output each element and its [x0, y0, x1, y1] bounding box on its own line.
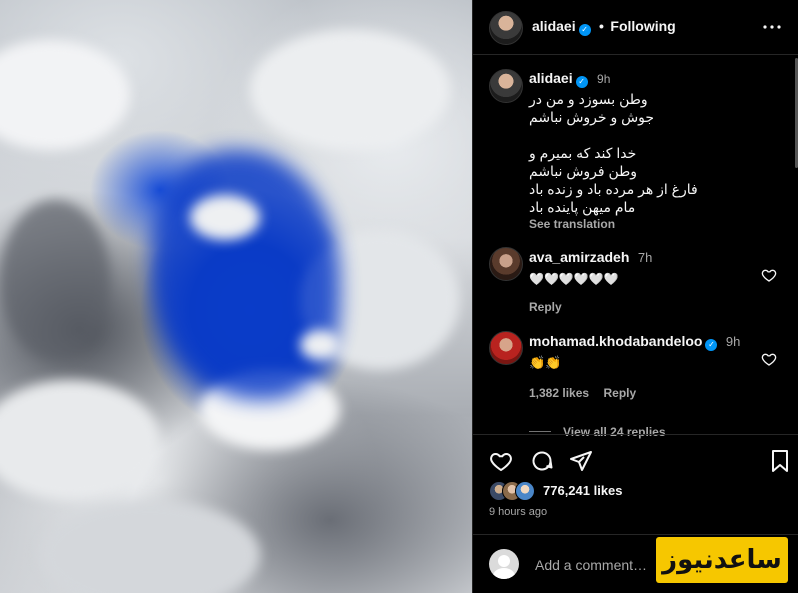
- author-username[interactable]: alidaei: [532, 18, 576, 34]
- avatar: [515, 481, 535, 501]
- cloud-shape: [250, 30, 450, 150]
- heart-icon[interactable]: [489, 449, 513, 473]
- more-horizontal-icon[interactable]: [760, 15, 784, 39]
- comment-time: 9h: [725, 334, 741, 349]
- cloud-shape: [40, 500, 260, 593]
- comment-like-heart-icon[interactable]: [761, 351, 777, 367]
- comment-like-heart-icon[interactable]: [761, 267, 777, 283]
- cloud-shape: [0, 40, 130, 150]
- actions-divider: [473, 434, 798, 435]
- verified-badge-icon: ✓: [578, 24, 591, 36]
- reply-button[interactable]: Reply: [529, 300, 749, 314]
- reply-button[interactable]: Reply: [604, 386, 637, 400]
- comment-text: 👏👏: [529, 355, 562, 370]
- separator-dot: •: [599, 18, 604, 34]
- sky-patch-shape: [150, 150, 340, 400]
- avatar[interactable]: [489, 11, 523, 45]
- post-media-image[interactable]: [0, 0, 472, 593]
- caption-time: 9h: [597, 72, 611, 86]
- caption-block: alidaei ✓ 9h وطن بسوزد و من در جوش و خروش…: [529, 69, 779, 231]
- verified-badge-icon: ✓: [705, 339, 718, 351]
- comment-time: 7h: [637, 250, 653, 265]
- caption-line: فارغ از هر مرده باد و زنده باد: [529, 181, 698, 197]
- comment-text: 🤍🤍🤍🤍🤍🤍: [529, 272, 619, 286]
- caption-line: وطن فروش نباشم: [529, 163, 638, 179]
- caption-line: جوش و خروش نباشم: [529, 109, 655, 125]
- liked-by-avatars[interactable]: [489, 481, 541, 501]
- verified-badge-icon: ✓: [575, 76, 588, 88]
- cloud-shape: [190, 195, 260, 240]
- comment-username[interactable]: mohamad.khodabandeloo: [529, 333, 702, 349]
- cloud-shape: [0, 380, 160, 500]
- view-replies-row[interactable]: View all 24 replies: [529, 423, 769, 441]
- cloud-shape: [300, 330, 340, 360]
- avatar[interactable]: [489, 69, 523, 103]
- avatar[interactable]: [489, 331, 523, 365]
- see-translation-link[interactable]: See translation: [529, 217, 779, 231]
- bookmark-icon[interactable]: [769, 449, 791, 473]
- add-comment-divider: [473, 534, 798, 535]
- view-replies-link[interactable]: View all 24 replies: [563, 425, 666, 439]
- post-timestamp[interactable]: 9 hours ago: [489, 506, 547, 518]
- watermark-logo: ساعدنیوز: [656, 537, 788, 583]
- comment-likes-count[interactable]: 1,382 likes: [529, 386, 589, 400]
- post-header: alidaei ✓ • Following: [473, 0, 798, 55]
- comment-item: ava_amirzadeh 7h 🤍🤍🤍🤍🤍🤍 Reply: [529, 249, 749, 314]
- post-side-panel: alidaei ✓ • Following alidaei ✓ 9h وطن بسو…: [473, 0, 798, 593]
- caption-line: وطن بسوزد و من در: [529, 91, 648, 107]
- following-button[interactable]: Following: [610, 18, 675, 34]
- caption-text: وطن بسوزد و من در جوش و خروش نباشم خدا ک…: [529, 90, 779, 216]
- comment-icon[interactable]: [530, 449, 554, 473]
- caption-line-blank: [529, 126, 779, 144]
- add-comment-input[interactable]: [533, 553, 667, 577]
- likes-count[interactable]: 776,241 likes: [543, 483, 623, 498]
- caption-line: خدا کند که بمیرم و: [529, 145, 637, 161]
- share-icon[interactable]: [569, 449, 593, 473]
- caption-username[interactable]: alidaei: [529, 70, 573, 86]
- caption-line: مام میهن پاینده باد: [529, 199, 636, 215]
- user-avatar-placeholder[interactable]: [489, 549, 519, 579]
- comment-username[interactable]: ava_amirzadeh: [529, 249, 629, 265]
- replies-line: [529, 431, 551, 432]
- avatar[interactable]: [489, 247, 523, 281]
- header-user-line: alidaei ✓ • Following: [532, 18, 676, 36]
- cloud-shadow-shape: [0, 200, 110, 360]
- comment-item: mohamad.khodabandeloo ✓ 9h 👏👏 1,382 likes…: [529, 333, 769, 441]
